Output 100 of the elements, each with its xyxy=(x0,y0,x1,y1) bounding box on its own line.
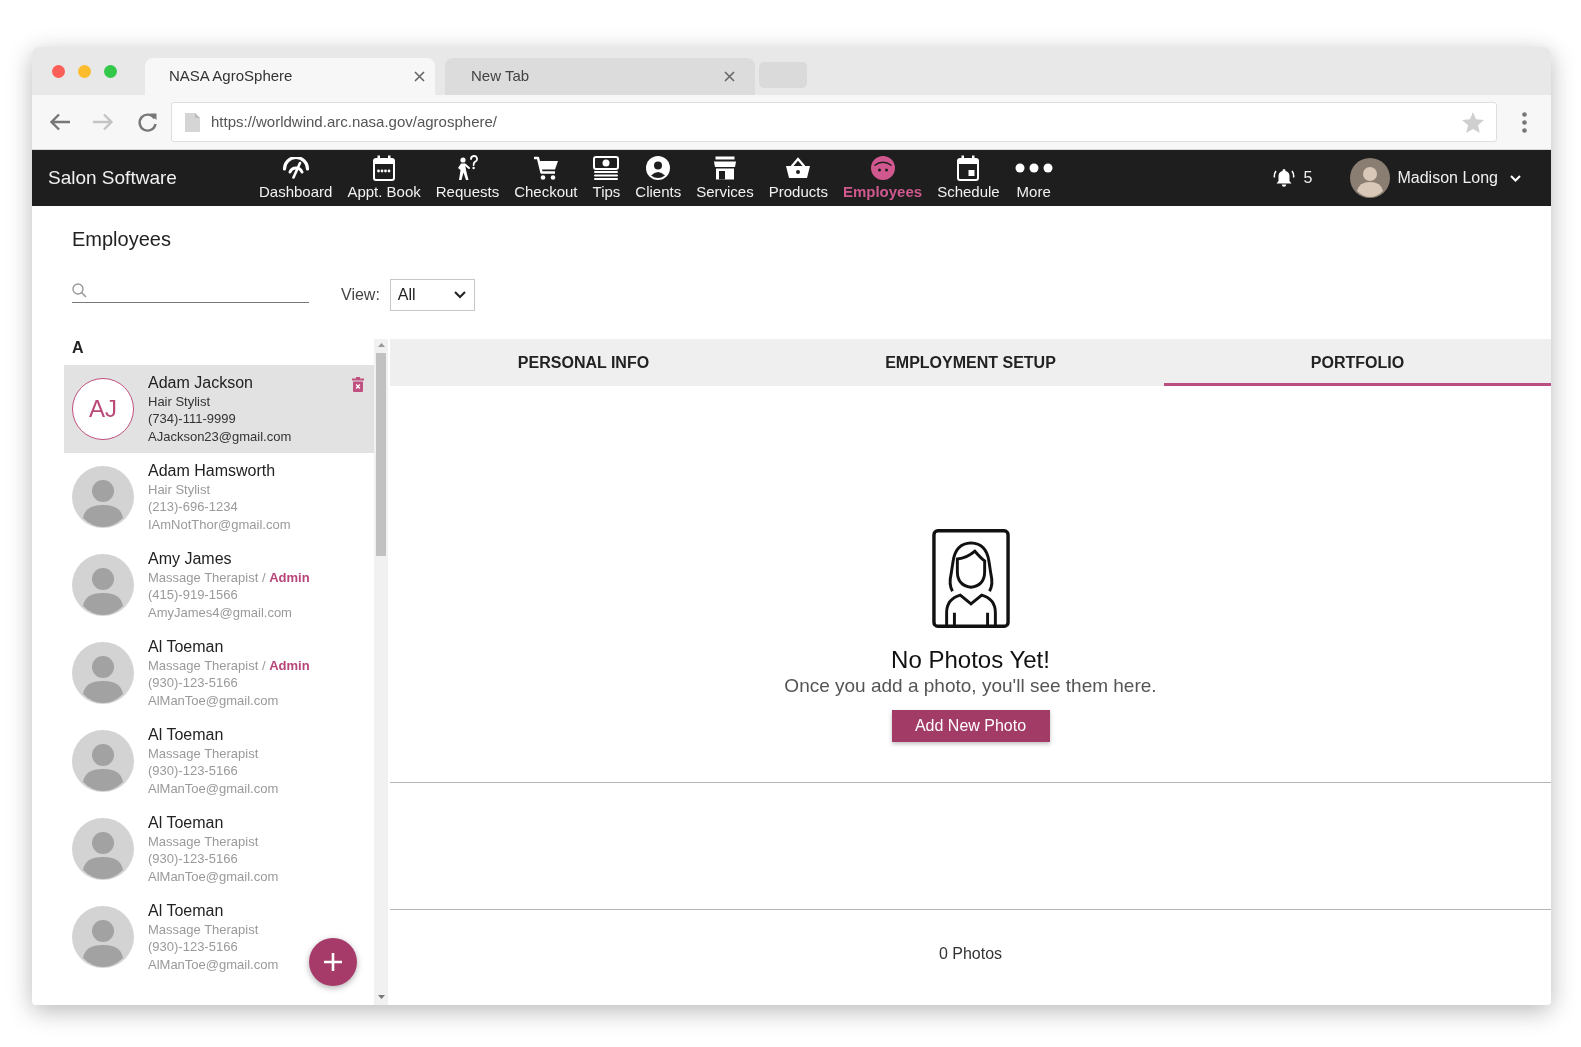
employee-row[interactable]: Amy James Massage Therapist / Admin (415)-919-1566 AmyJames4@gmail.com xyxy=(64,541,374,629)
browser-tab[interactable]: NASA AgroSphere xyxy=(145,58,435,95)
basket-icon xyxy=(785,157,812,179)
empty-state-title: No Photos Yet! xyxy=(891,646,1050,674)
employee-role: Hair Stylist xyxy=(148,392,212,411)
employee-name: Adam Hamsworth xyxy=(148,460,277,481)
scroll-up-icon[interactable] xyxy=(377,343,385,347)
reload-icon[interactable] xyxy=(137,111,158,133)
scrollbar[interactable] xyxy=(374,339,388,1005)
nav-item[interactable]: Employees xyxy=(842,155,923,201)
nav-item[interactable]: More xyxy=(1014,155,1053,201)
page-title: Employees xyxy=(72,227,172,251)
avatar-icon xyxy=(72,554,134,616)
employee-phone: (930)-123-5166 xyxy=(148,674,239,692)
employee-name: Amy James xyxy=(148,548,233,569)
empty-state-message: Once you add a photo, you'll see them here. xyxy=(784,674,1157,698)
employee-email: AlManToe@gmail.com xyxy=(148,867,279,886)
avatar-icon xyxy=(72,818,134,880)
back-icon[interactable] xyxy=(49,113,71,131)
employee-name: Al Toeman xyxy=(148,636,225,657)
nav-item[interactable]: Services xyxy=(696,155,754,201)
person-portrait-icon xyxy=(931,528,1010,629)
chevron-down-icon[interactable] xyxy=(1510,174,1521,182)
nav-item[interactable]: Clients xyxy=(635,155,682,201)
nav-item[interactable]: Tips xyxy=(592,155,621,201)
menu-icon[interactable] xyxy=(1522,111,1527,133)
bell-icon[interactable] xyxy=(1272,168,1295,188)
star-icon[interactable] xyxy=(1462,111,1484,133)
employee-email: AlManToe@gmail.com xyxy=(148,955,279,974)
nav-item[interactable]: Dashboard xyxy=(259,155,333,201)
employee-phone: (930)-123-5166 xyxy=(148,762,239,780)
employee-email: AJackson23@gmail.com xyxy=(148,427,292,446)
nav-item[interactable]: Appt. Book xyxy=(347,155,421,201)
employee-phone: (930)-123-5166 xyxy=(148,938,239,956)
employee-phone: (930)-123-5166 xyxy=(148,850,239,868)
employee-name: Al Toeman xyxy=(148,724,225,745)
search-icon xyxy=(72,283,87,298)
user-circle-icon xyxy=(646,156,671,180)
close-icon[interactable] xyxy=(724,71,735,82)
profile-tab[interactable]: PERSONAL INFO xyxy=(390,339,777,386)
add-photo-button[interactable]: Add New Photo xyxy=(891,710,1050,742)
avatar-icon xyxy=(72,642,134,704)
employee-row[interactable]: Al Toeman Massage Therapist / Admin (930)-123-5166 AlManToe@gmail.com xyxy=(64,629,374,717)
face-icon xyxy=(870,156,895,180)
profile-tab[interactable]: PORTFOLIO xyxy=(1164,339,1551,386)
avatar-icon xyxy=(72,906,134,968)
calendar-icon xyxy=(956,155,981,181)
employee-role: Massage Therapist / Admin xyxy=(148,656,310,675)
trash-icon[interactable] xyxy=(352,377,364,392)
page-icon xyxy=(185,112,200,132)
employee-name: Al Toeman xyxy=(148,812,225,833)
nav-item[interactable]: Schedule xyxy=(937,155,1000,201)
store-icon xyxy=(712,156,737,180)
more-icon xyxy=(1014,163,1053,173)
employee-row[interactable]: AJ Adam Jackson Hair Stylist (734)-111-9999 AJackson23@gmail.com xyxy=(64,365,374,453)
employee-role: Hair Stylist xyxy=(148,480,212,499)
nav-item[interactable]: Checkout xyxy=(514,155,578,201)
cart-icon xyxy=(532,155,559,181)
scroll-down-icon[interactable] xyxy=(377,995,385,999)
view-label: View: xyxy=(341,285,380,305)
employee-role: Massage Therapist xyxy=(148,832,260,851)
calendar-icon xyxy=(372,155,397,181)
employee-email: AmyJames4@gmail.com xyxy=(148,603,293,622)
profile-tab[interactable]: EMPLOYMENT SETUP xyxy=(777,339,1164,386)
employee-email: AlManToe@gmail.com xyxy=(148,779,279,798)
employee-row[interactable]: Adam Hamsworth Hair Stylist (213)-696-1234 IAmNotThor@gmail.com xyxy=(64,453,374,541)
employee-row[interactable]: Al Toeman Massage Therapist (930)-123-5166 AlManToe@gmail.com xyxy=(64,805,374,893)
nav-item[interactable]: Requests xyxy=(435,155,500,201)
gauge-icon xyxy=(281,157,310,179)
employee-email: IAmNotThor@gmail.com xyxy=(148,515,291,534)
money-icon xyxy=(593,156,620,180)
employee-row[interactable]: Al Toeman Massage Therapist (930)-123-5166 AlManToe@gmail.com xyxy=(64,893,374,981)
notification-count: 5 xyxy=(1303,168,1313,188)
user-name[interactable]: Madison Long xyxy=(1397,166,1498,190)
employee-email: AlManToe@gmail.com xyxy=(148,691,280,710)
close-icon[interactable] xyxy=(414,71,425,82)
window-close-button[interactable] xyxy=(52,64,65,78)
employee-row[interactable]: Al Toeman Massage Therapist (930)-123-5166 AlManToe@gmail.com xyxy=(64,717,374,805)
avatar-icon xyxy=(72,730,134,792)
address-bar[interactable]: https://worldwind.arc.nasa.gov/agrosphere/ xyxy=(171,102,1497,142)
browser-tab[interactable]: New Tab xyxy=(445,58,755,95)
photo-count: 0 Photos xyxy=(938,944,1003,964)
employee-role: Massage Therapist xyxy=(148,920,260,939)
avatar-initials: AJ xyxy=(72,378,134,440)
section-letter: A xyxy=(71,339,85,358)
add-icon[interactable] xyxy=(309,938,357,986)
employee-phone: (415)-919-1566 xyxy=(148,586,239,604)
person-question-icon xyxy=(455,155,480,181)
brand-name: Salon Software xyxy=(48,165,178,190)
employee-phone: (734)-111-9999 xyxy=(148,410,237,428)
employee-name: Adam Jackson xyxy=(148,372,254,393)
avatar-icon xyxy=(72,466,134,528)
employee-phone: (213)-696-1234 xyxy=(148,498,239,516)
employee-role: Massage Therapist / Admin xyxy=(148,568,310,587)
nav-item[interactable]: Products xyxy=(768,155,828,201)
employee-role: Massage Therapist xyxy=(148,744,260,763)
avatar-icon xyxy=(1350,158,1391,198)
view-select[interactable]: All xyxy=(389,279,475,311)
scrollbar-thumb[interactable] xyxy=(376,353,386,556)
employee-name: Al Toeman xyxy=(148,900,225,921)
